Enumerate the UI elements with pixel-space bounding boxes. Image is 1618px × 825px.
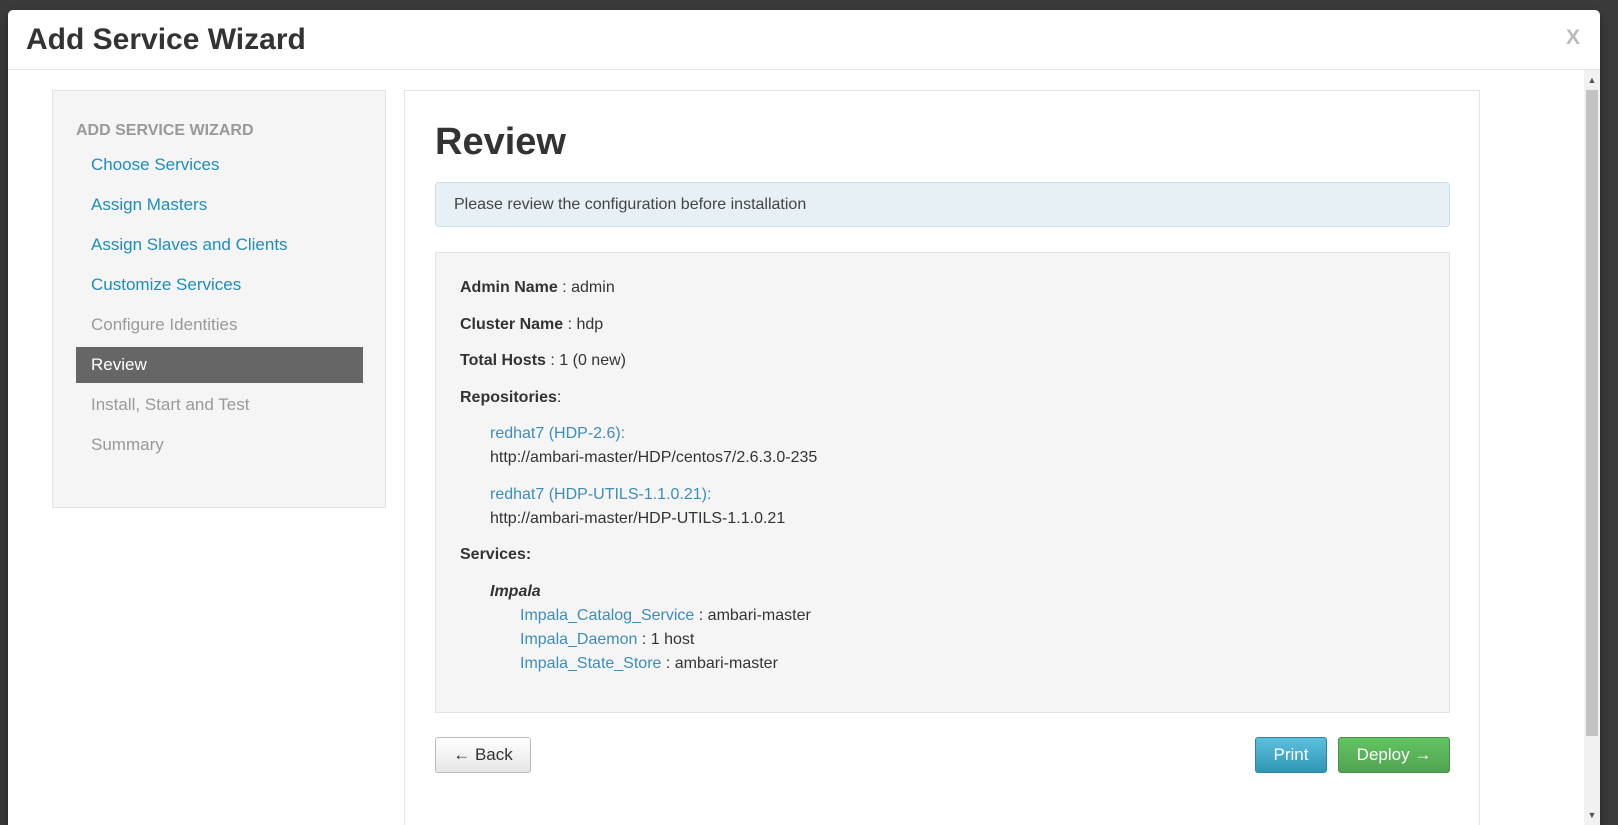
wizard-steps: Choose Services Assign Masters Assign Sl…	[76, 147, 363, 467]
component-name: Impala_Catalog_Service	[520, 607, 695, 624]
component-host: : ambari-master	[694, 607, 811, 624]
close-icon[interactable]: X	[1566, 26, 1580, 50]
step-assign-slaves-clients[interactable]: Assign Slaves and Clients	[76, 227, 363, 263]
services-label: Services:	[460, 546, 532, 563]
review-summary: Admin Name : admin Cluster Name : hdp To…	[435, 252, 1450, 713]
step-customize-services[interactable]: Customize Services	[76, 267, 363, 303]
total-hosts-value: : 1 (0 new)	[545, 352, 626, 369]
repo-name: redhat7 (HDP-UTILS-1.1.0.21):	[490, 486, 712, 503]
step-review: Review	[76, 347, 363, 383]
step-configure-identities: Configure Identities	[91, 315, 238, 334]
modal-header: Add Service Wizard X	[8, 10, 1600, 70]
component-name: Impala_Daemon	[520, 631, 638, 648]
cluster-name-row: Cluster Name : hdp	[460, 316, 603, 334]
admin-name-row: Admin Name : admin	[460, 279, 615, 297]
admin-name-label: Admin Name	[460, 279, 558, 296]
back-button[interactable]: ← Back	[435, 737, 531, 773]
repo-url: http://ambari-master/HDP/centos7/2.6.3.0…	[490, 449, 818, 466]
page-title: Review	[435, 121, 566, 163]
admin-name-value: : admin	[557, 279, 615, 296]
print-button[interactable]: Print	[1255, 737, 1327, 773]
deploy-button[interactable]: Deploy →	[1338, 737, 1450, 773]
component-row: Impala_State_Store : ambari-master	[520, 655, 778, 673]
vertical-scrollbar[interactable]: ▲ ▼	[1584, 70, 1600, 825]
component-name: Impala_State_Store	[520, 655, 662, 672]
modal-title: Add Service Wizard	[26, 23, 306, 56]
scroll-down-arrow-icon[interactable]: ▼	[1584, 807, 1600, 823]
scrollbar-thumb[interactable]	[1586, 90, 1598, 736]
info-alert: Please review the configuration before i…	[435, 182, 1450, 227]
review-panel: Review Please review the configuration b…	[404, 90, 1480, 825]
total-hosts-label: Total Hosts	[460, 352, 546, 369]
modal-body: ADD SERVICE WIZARD Choose Services Assig…	[8, 70, 1600, 825]
repositories-label: Repositories	[460, 389, 557, 406]
component-host: : ambari-master	[661, 655, 778, 672]
step-choose-services[interactable]: Choose Services	[76, 147, 363, 183]
step-install-start-test: Install, Start and Test	[91, 395, 250, 414]
step-summary: Summary	[91, 435, 164, 454]
sidebar-header: ADD SERVICE WIZARD	[76, 122, 254, 139]
add-service-wizard-modal: Add Service Wizard X ADD SERVICE WIZARD …	[8, 10, 1600, 825]
component-row: Impala_Daemon : 1 host	[520, 631, 694, 649]
component-host: : 1 host	[637, 631, 695, 648]
wizard-sidebar: ADD SERVICE WIZARD Choose Services Assig…	[52, 90, 386, 508]
total-hosts-row: Total Hosts : 1 (0 new)	[460, 352, 626, 370]
cluster-name-value: : hdp	[563, 316, 604, 333]
step-assign-masters[interactable]: Assign Masters	[76, 187, 363, 223]
repo-name: redhat7 (HDP-2.6):	[490, 425, 626, 442]
component-row: Impala_Catalog_Service : ambari-master	[520, 607, 811, 625]
cluster-name-label: Cluster Name	[460, 316, 564, 333]
service-name-impala: Impala	[490, 583, 541, 600]
repo-url: http://ambari-master/HDP-UTILS-1.1.0.21	[490, 510, 786, 527]
scroll-up-arrow-icon[interactable]: ▲	[1584, 72, 1600, 88]
repositories-row: Repositories:	[460, 389, 561, 407]
repositories-colon: :	[556, 389, 562, 406]
